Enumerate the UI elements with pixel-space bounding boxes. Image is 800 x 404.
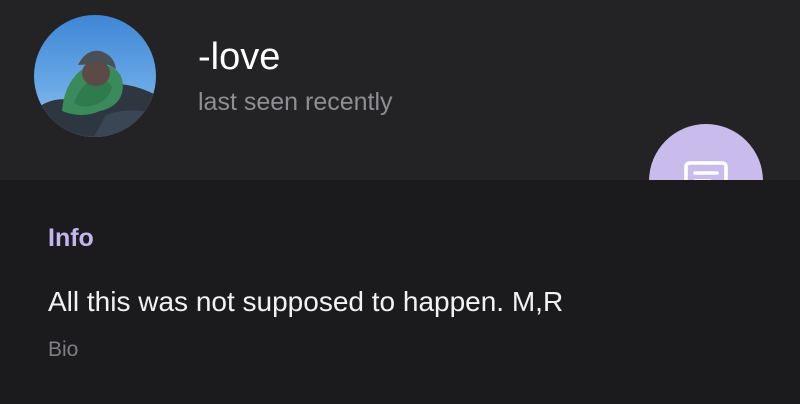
last-seen-status: last seen recently: [198, 88, 393, 116]
bio-label: Bio: [48, 338, 79, 361]
avatar-photo: [34, 15, 156, 137]
info-section: Info All this was not supposed to happen…: [0, 180, 800, 404]
profile-screen: -love last seen recently Info All this w…: [0, 0, 800, 404]
bio-text[interactable]: All this was not supposed to happen. M,R: [48, 286, 563, 318]
avatar[interactable]: [34, 15, 156, 137]
profile-name: -love: [198, 36, 281, 78]
info-heading: Info: [48, 224, 94, 252]
